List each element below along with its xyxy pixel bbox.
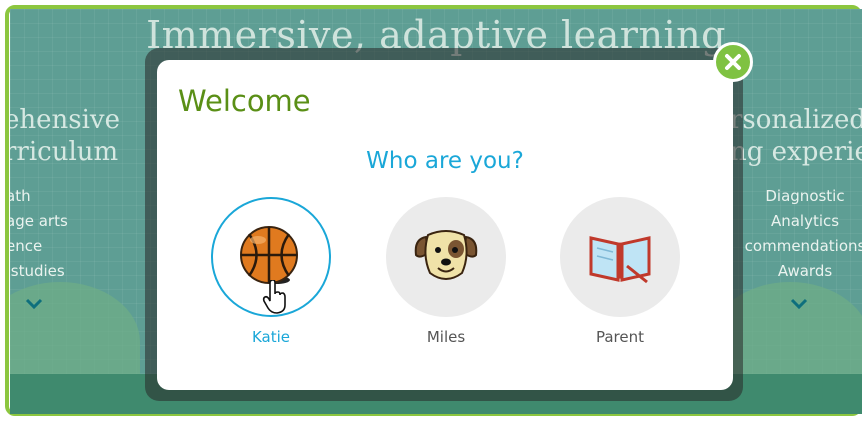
dog-icon <box>414 230 478 280</box>
dialog-prompt: Who are you? <box>366 148 524 174</box>
chevron-down-icon <box>25 294 43 315</box>
chevron-down-icon <box>790 294 808 315</box>
profile-avatar[interactable] <box>211 197 331 317</box>
book-icon <box>589 236 651 284</box>
profile-avatar[interactable] <box>560 197 680 317</box>
dialog-title: Welcome <box>178 84 311 118</box>
background-right-heading: rsonalized ng experie <box>730 105 862 167</box>
close-button[interactable] <box>713 42 753 82</box>
profile-name: Katie <box>251 328 291 346</box>
close-icon <box>725 54 741 70</box>
hand-pointer-icon <box>262 280 286 314</box>
background-left-list: ath age arts ence studies <box>10 187 68 280</box>
profile-avatar[interactable] <box>386 197 506 317</box>
profile-name: Miles <box>426 328 466 346</box>
profile-name: Parent <box>595 328 645 346</box>
profile-miles[interactable]: Miles <box>383 197 509 346</box>
welcome-dialog: Welcome Who are you? Katie Miles Parent <box>157 60 733 390</box>
profile-parent[interactable]: Parent <box>557 197 683 346</box>
background-left-heading: ehensive rriculum <box>10 105 120 167</box>
background-right-list: Diagnostic Analytics commendations Award… <box>744 187 862 280</box>
profile-katie[interactable]: Katie <box>208 197 334 346</box>
